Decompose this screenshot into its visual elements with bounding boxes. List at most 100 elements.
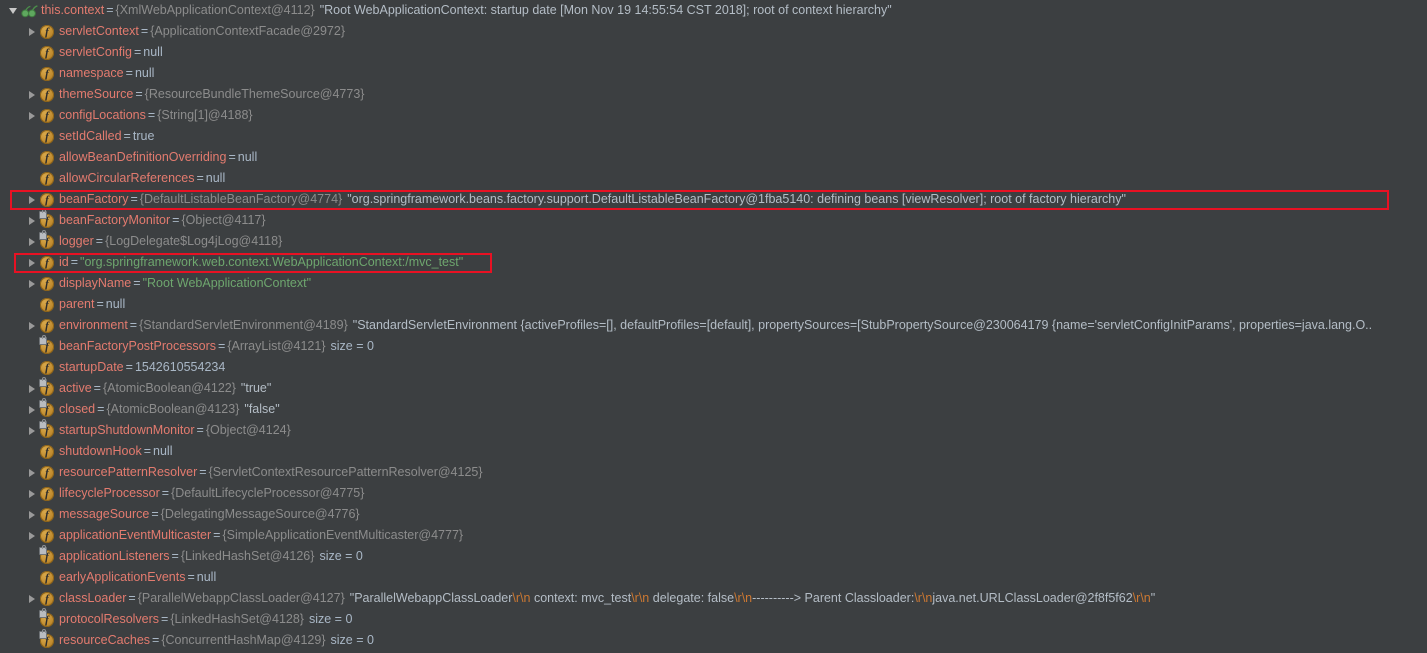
equals-sign: = [125,66,133,80]
expander-placeholder [26,546,39,567]
expander-expand-icon[interactable] [26,588,39,609]
row-value: "false" [244,402,280,416]
equals-sign: = [140,24,149,38]
variable-type: {ConcurrentHashMap@4129} [161,633,326,647]
variable-row[interactable]: applicationListeners={LinkedHashSet@4126… [0,545,1427,567]
variable-type: {ParallelWebappClassLoader@4127} [137,591,345,605]
variable-row[interactable]: id="org.springframework.web.context.WebA… [0,252,1427,273]
variable-row[interactable]: beanFactoryPostProcessors={ArrayList@412… [0,335,1427,357]
variable-type: {String[1]@4188} [157,108,253,122]
variable-row[interactable]: resourcePatternResolver={ServletContextR… [0,462,1427,483]
variable-type: {LinkedHashSet@4126} [180,549,315,563]
variable-row[interactable]: allowCircularReferences=null [0,168,1427,189]
expander-expand-icon[interactable] [26,231,39,252]
variable-row[interactable]: beanFactory={DefaultListableBeanFactory@… [0,189,1427,210]
expander-expand-icon[interactable] [26,483,39,504]
row-value: "true" [240,381,272,395]
expander-expand-icon[interactable] [26,105,39,126]
variable-name: id [59,255,69,269]
expander-expand-icon[interactable] [26,378,39,399]
equals-sign: = [161,486,170,500]
variable-row[interactable]: resourceCaches={ConcurrentHashMap@4129} s… [0,629,1427,651]
expander-placeholder [26,609,39,630]
variable-row[interactable]: shutdownHook=null [0,441,1427,462]
row-value: "org.springframework.beans.factory.suppo… [347,192,1126,206]
variable-row[interactable]: earlyApplicationEvents=null [0,567,1427,588]
variable-type: {DelegatingMessageSource@4776} [160,507,360,521]
variable-type: {DefaultLifecycleProcessor@4775} [171,486,365,500]
expander-expand-icon[interactable] [26,399,39,420]
variable-row[interactable]: configLocations={String[1]@4188} [0,105,1427,126]
equals-sign: = [106,3,114,17]
variable-row[interactable]: beanFactoryMonitor={Object@4117} [0,209,1427,231]
field-icon [39,168,56,189]
equals-sign: = [70,255,79,269]
expander-expand-icon[interactable] [26,84,39,105]
equals-sign: = [171,549,179,563]
variable-row[interactable]: setIdCalled=true [0,126,1427,147]
field-icon [39,588,56,609]
variable-row[interactable]: closed={AtomicBoolean@4123} "false" [0,398,1427,420]
expander-placeholder [26,294,39,315]
expander-expand-icon[interactable] [26,21,39,42]
variable-type: {DefaultListableBeanFactory@4774} [139,192,343,206]
variable-row[interactable]: messageSource={DelegatingMessageSource@4… [0,504,1427,525]
expander-expand-icon[interactable] [26,504,39,525]
equals-sign: = [161,612,169,626]
variable-name: resourceCaches [59,633,151,647]
expander-expand-icon[interactable] [26,210,39,231]
variable-row[interactable]: servletConfig=null [0,42,1427,63]
equals-sign: = [130,192,138,206]
variable-row[interactable]: this.context = {XmlWebApplicationContext@4… [0,0,1427,21]
private-field-icon [39,398,56,420]
variable-row[interactable]: active={AtomicBoolean@4122} "true" [0,377,1427,399]
variable-type: {Object@4124} [205,423,291,437]
variable-type: {AtomicBoolean@4122} [102,381,236,395]
variable-name: messageSource [59,507,150,521]
equals-sign: = [95,234,104,248]
variable-row[interactable]: lifecycleProcessor={DefaultLifecycleProc… [0,483,1427,504]
variable-row[interactable]: servletContext={ApplicationContextFacade… [0,21,1427,42]
expander-expand-icon[interactable] [26,273,39,294]
variable-row[interactable]: applicationEventMulticaster={SimpleAppli… [0,525,1427,546]
variable-row[interactable]: logger={LogDelegate$Log4jLog@4118} [0,230,1427,252]
variable-row[interactable]: allowBeanDefinitionOverriding=null [0,147,1427,168]
variable-row[interactable]: startupShutdownMonitor={Object@4124} [0,419,1427,441]
field-icon [39,21,56,42]
variable-row[interactable]: themeSource={ResourceBundleThemeSource@4… [0,84,1427,105]
variable-name: beanFactoryPostProcessors [59,339,217,353]
expander-placeholder [26,357,39,378]
variable-name: closed [59,402,96,416]
equals-sign: = [93,381,101,395]
equals-sign: = [133,45,142,59]
variable-name: allowCircularReferences [59,171,195,185]
watch-icon [21,0,38,21]
expander-expand-icon[interactable] [26,525,39,546]
variable-name: this.context [41,3,105,17]
private-field-icon [39,377,56,399]
expander-expand-icon[interactable] [26,315,39,336]
variable-row[interactable]: classLoader={ParallelWebappClassLoader@4… [0,588,1427,609]
equals-sign: = [97,402,105,416]
variable-row[interactable]: environment={StandardServletEnvironment@… [0,315,1427,336]
private-field-icon [39,209,56,231]
variable-name: logger [59,234,94,248]
debugger-variables-tree[interactable]: this.context = {XmlWebApplicationContext@4… [0,0,1427,653]
expander-placeholder [26,147,39,168]
variable-row[interactable]: namespace=null [0,63,1427,84]
expander-collapse-icon[interactable] [8,0,21,21]
expander-expand-icon[interactable] [26,189,39,210]
variable-row[interactable]: protocolResolvers={LinkedHashSet@4128} si… [0,608,1427,630]
expander-expand-icon[interactable] [26,462,39,483]
equals-sign: = [133,276,141,290]
expander-expand-icon[interactable] [26,420,39,441]
variable-name: protocolResolvers [59,612,160,626]
equals-sign: = [172,213,180,227]
variable-row[interactable]: startupDate=1542610554234 [0,357,1427,378]
lock-icon [39,629,47,639]
variable-row[interactable]: displayName="Root WebApplicationContext" [0,273,1427,294]
variable-name: beanFactoryMonitor [59,213,171,227]
expander-expand-icon[interactable] [26,252,39,273]
equals-sign: = [152,633,160,647]
variable-row[interactable]: parent=null [0,294,1427,315]
